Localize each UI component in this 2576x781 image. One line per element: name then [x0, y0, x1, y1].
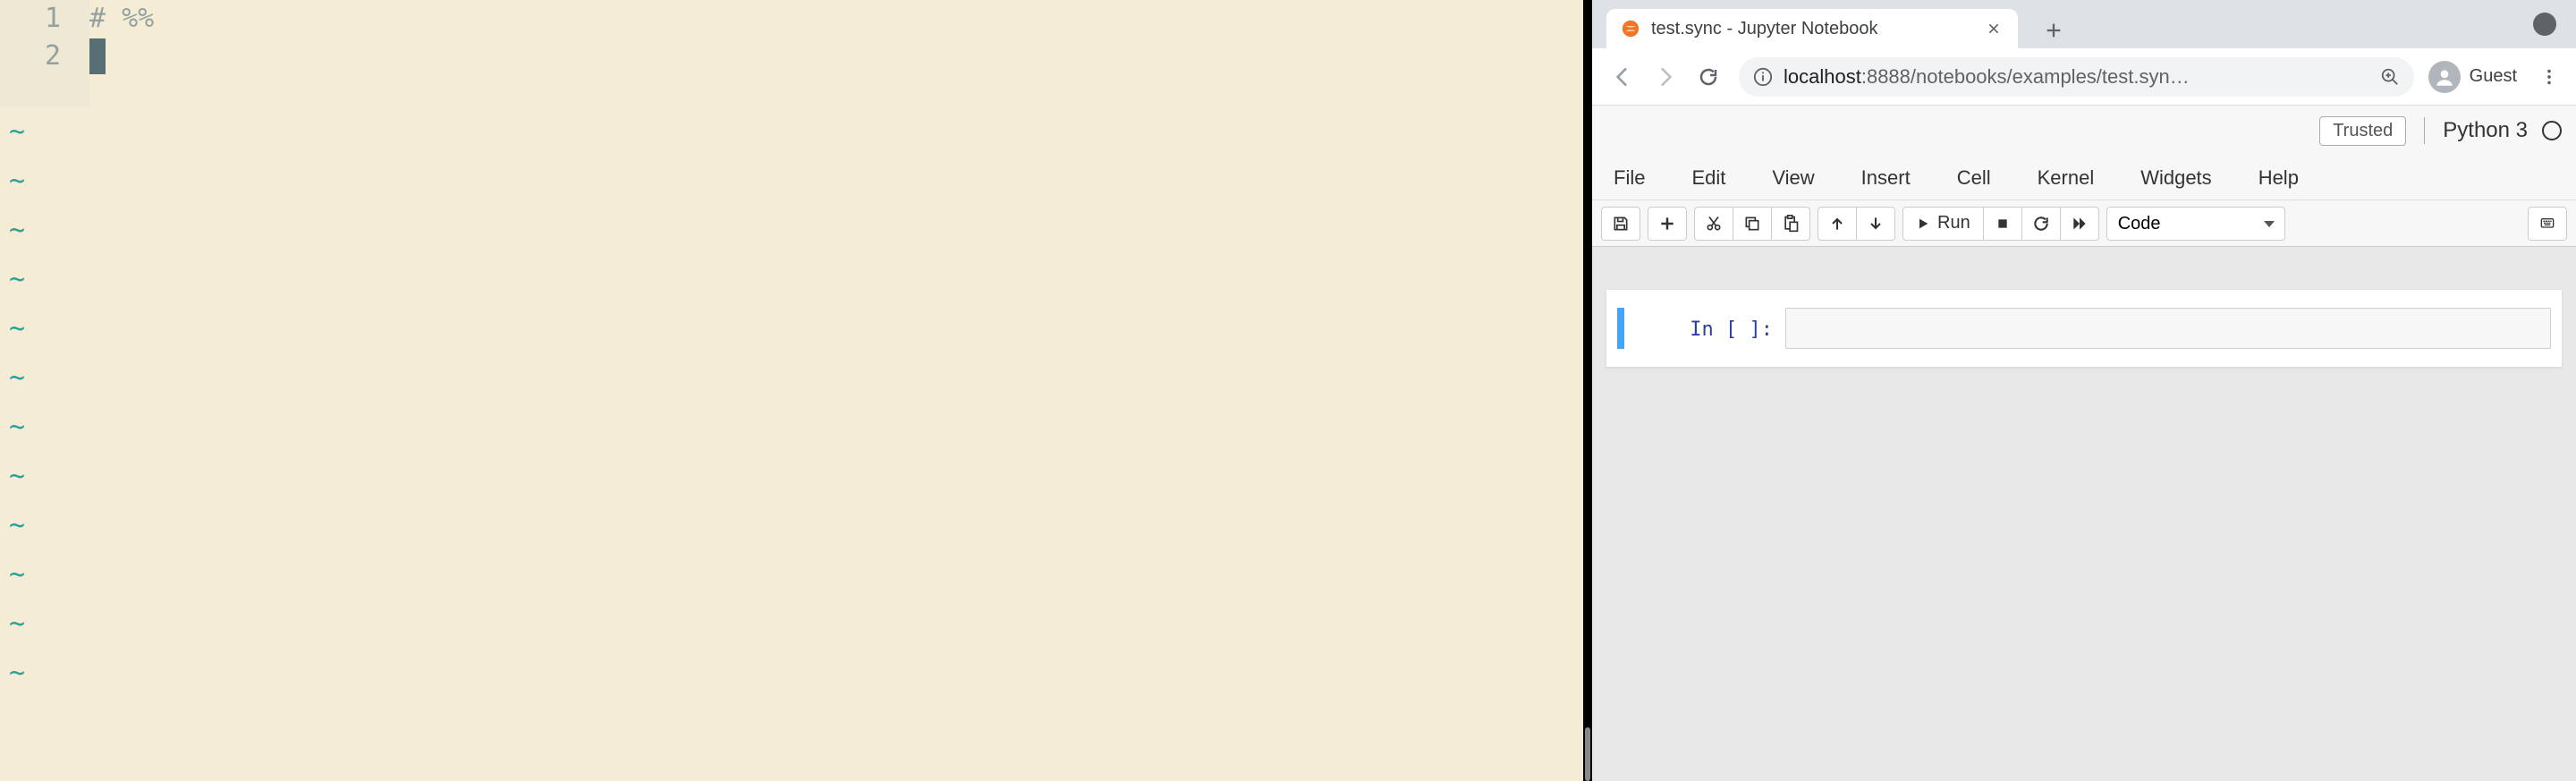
profile-label: Guest: [2470, 66, 2517, 87]
interrupt-button[interactable]: [1983, 207, 2022, 241]
empty-line-tilde: ~: [0, 452, 25, 501]
empty-line-tilde: ~: [0, 157, 25, 206]
empty-line-tilde: ~: [0, 550, 25, 599]
jupyter-page: Trusted Python 3 File Edit View Insert Cell K…: [1592, 106, 2576, 781]
jupyter-toolbar: Run Code: [1592, 200, 2576, 247]
restart-run-all-button[interactable]: [2060, 207, 2099, 241]
browser-pane: test.sync - Jupyter Notebook localhost:8…: [1592, 0, 2576, 781]
reload-button[interactable]: [1689, 57, 1728, 97]
menu-file[interactable]: File: [1606, 161, 1652, 195]
menu-widgets[interactable]: Widgets: [2133, 161, 2218, 195]
cursor-block: [89, 38, 106, 74]
site-info-icon[interactable]: [1753, 67, 1773, 87]
empty-line-tilde: ~: [0, 649, 25, 698]
jupyter-topbar: Trusted Python 3: [1592, 106, 2576, 156]
forward-button: [1646, 57, 1685, 97]
trusted-badge[interactable]: Trusted: [2319, 116, 2406, 146]
celltype-select-wrap[interactable]: Code: [2106, 207, 2285, 241]
empty-line-tilde: ~: [0, 599, 25, 649]
restart-button[interactable]: [2021, 207, 2061, 241]
browser-tab[interactable]: test.sync - Jupyter Notebook: [1606, 9, 2018, 48]
line-number: 1: [0, 0, 79, 38]
insert-cell-button[interactable]: [1648, 207, 1687, 241]
address-bar[interactable]: localhost:8888/notebooks/examples/test.s…: [1739, 57, 2414, 97]
empty-line-tilde: ~: [0, 304, 25, 353]
cut-button[interactable]: [1694, 207, 1733, 241]
run-label: Run: [1937, 213, 1970, 233]
browser-toolbar: localhost:8888/notebooks/examples/test.s…: [1592, 48, 2576, 106]
menu-edit[interactable]: Edit: [1684, 161, 1733, 195]
editor-line[interactable]: 1 # %%: [0, 0, 1583, 38]
editor-pane[interactable]: 1 # %% 2 ~~~~~~~~~~~~: [0, 0, 1583, 781]
editor-line[interactable]: 2: [0, 38, 1583, 75]
copy-button[interactable]: [1733, 207, 1772, 241]
new-tab-button[interactable]: [2036, 13, 2072, 48]
cell-select-bar[interactable]: [1617, 308, 1624, 349]
tab-close-icon[interactable]: [1984, 19, 2004, 38]
url-path: :8888/notebooks/examples/test.syn…: [1861, 65, 2190, 88]
avatar-icon: [2428, 61, 2461, 93]
menu-view[interactable]: View: [1765, 161, 1821, 195]
menu-help[interactable]: Help: [2251, 161, 2306, 195]
line-number: 2: [0, 38, 79, 75]
jupyter-menubar: File Edit View Insert Cell Kernel Widgets Help: [1592, 156, 2576, 200]
zoom-icon[interactable]: [2380, 67, 2400, 87]
celltype-select[interactable]: Code: [2106, 207, 2285, 241]
kernel-idle-icon[interactable]: [2542, 121, 2562, 140]
url-host: localhost: [1784, 65, 1861, 88]
paste-button[interactable]: [1771, 207, 1810, 241]
cell-input[interactable]: [1785, 308, 2551, 349]
browser-menu-button[interactable]: [2533, 61, 2565, 93]
menu-insert[interactable]: Insert: [1854, 161, 1918, 195]
jupyter-favicon-icon: [1621, 19, 1640, 38]
move-down-button[interactable]: [1856, 207, 1895, 241]
line-content[interactable]: [79, 38, 106, 75]
tab-title: test.sync - Jupyter Notebook: [1651, 19, 1973, 39]
empty-lines: ~~~~~~~~~~~~: [0, 107, 25, 698]
profile-indicator-icon[interactable]: [2533, 13, 2556, 36]
divider-handle-icon[interactable]: [1585, 727, 1590, 781]
empty-line-tilde: ~: [0, 206, 25, 255]
separator: [2424, 117, 2425, 144]
menu-cell[interactable]: Cell: [1950, 161, 1998, 195]
empty-line-tilde: ~: [0, 353, 25, 403]
back-button[interactable]: [1603, 57, 1642, 97]
line-content[interactable]: # %%: [79, 0, 154, 38]
save-button[interactable]: [1601, 207, 1640, 241]
menu-kernel[interactable]: Kernel: [2030, 161, 2102, 195]
notebook-body[interactable]: In [ ]:: [1592, 247, 2576, 781]
profile-button[interactable]: Guest: [2425, 57, 2529, 97]
command-palette-button[interactable]: [2528, 207, 2567, 241]
jupyter-header: Trusted Python 3 File Edit View Insert Cell K…: [1592, 106, 2576, 247]
editor-lines[interactable]: 1 # %% 2: [0, 0, 1583, 75]
url-text[interactable]: localhost:8888/notebooks/examples/test.s…: [1784, 65, 2369, 89]
notebook-container: In [ ]:: [1606, 290, 2562, 367]
move-up-button[interactable]: [1818, 207, 1857, 241]
kernel-name[interactable]: Python 3: [2443, 118, 2528, 143]
empty-line-tilde: ~: [0, 403, 25, 452]
empty-line-tilde: ~: [0, 501, 25, 550]
browser-tab-strip: test.sync - Jupyter Notebook: [1592, 0, 2576, 48]
pane-divider[interactable]: [1583, 0, 1592, 781]
code-cell[interactable]: In [ ]:: [1617, 308, 2551, 349]
empty-line-tilde: ~: [0, 107, 25, 157]
empty-line-tilde: ~: [0, 255, 25, 304]
run-button[interactable]: Run: [1902, 207, 1984, 241]
cell-prompt: In [ ]:: [1624, 308, 1785, 349]
